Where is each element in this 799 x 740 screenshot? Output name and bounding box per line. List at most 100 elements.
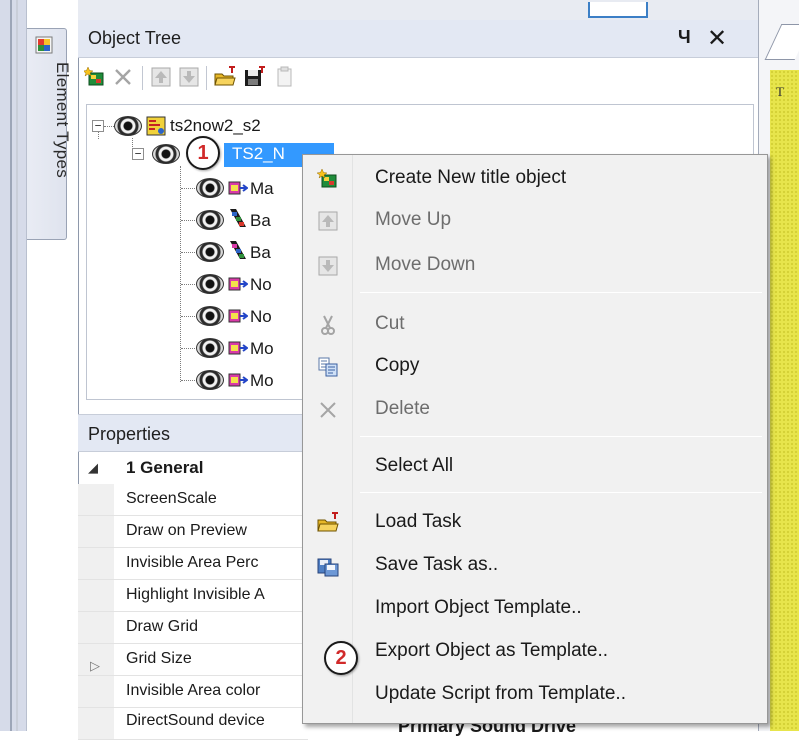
- background-element-icon: [230, 241, 246, 259]
- menu-item-update-script-from-template[interactable]: Update Script from Template..: [303, 674, 767, 716]
- menu-item-save-task-as[interactable]: Save Task as..: [303, 545, 767, 587]
- menu-item-create-new-title-object[interactable]: Create New title object: [303, 158, 767, 200]
- collapse-icon[interactable]: −: [132, 148, 144, 160]
- menu-item-copy[interactable]: Copy: [303, 346, 767, 388]
- visibility-eye-icon[interactable]: [196, 242, 224, 262]
- object-tree-title: Object Tree: [88, 28, 182, 48]
- visibility-eye-icon[interactable]: [196, 306, 224, 326]
- menu-item-label: Cut: [375, 313, 405, 334]
- menu-item-select-all[interactable]: Select All: [303, 446, 767, 488]
- property-label: Draw Grid: [126, 618, 199, 635]
- create-new-object-icon[interactable]: [84, 66, 106, 88]
- element-types-label: Element Types: [53, 62, 72, 179]
- tree-node-child[interactable]: Ba: [250, 211, 271, 231]
- property-label: Invisible Area color: [126, 682, 261, 699]
- move-down-icon[interactable]: [178, 66, 200, 88]
- tree-line: [181, 188, 195, 189]
- text-element-icon: [228, 181, 248, 195]
- visibility-eye-icon[interactable]: [196, 274, 224, 294]
- property-label: Grid Size: [126, 650, 192, 667]
- toolbar-separator: [206, 66, 207, 90]
- copy-clipboard-icon[interactable]: [274, 66, 296, 88]
- tree-node-child[interactable]: Ma: [250, 179, 274, 199]
- menu-item-label: Create New title object: [375, 167, 567, 188]
- visibility-eye-icon[interactable]: [114, 116, 142, 136]
- dock-divider: [16, 0, 18, 731]
- menu-separator: [360, 436, 762, 437]
- collapse-icon[interactable]: −: [92, 120, 104, 132]
- tree-node-root[interactable]: ts2now2_s2: [170, 116, 261, 136]
- expand-arrow-icon[interactable]: ◢: [88, 460, 98, 476]
- move-up-icon[interactable]: [150, 66, 172, 88]
- menu-separator: [360, 492, 762, 493]
- visibility-eye-icon[interactable]: [196, 370, 224, 390]
- menu-item-import-object-template[interactable]: Import Object Template..: [303, 588, 767, 630]
- move-down-icon: [318, 256, 338, 276]
- background-element-icon: [230, 209, 246, 227]
- menu-item-label: Delete: [375, 398, 430, 419]
- pin-icon[interactable]: Ч: [678, 27, 691, 48]
- property-category[interactable]: 1 General: [126, 458, 204, 478]
- tree-line: [98, 131, 99, 139]
- tree-line: [181, 252, 195, 253]
- menu-item-move-up[interactable]: Move Up: [303, 200, 767, 242]
- tree-node-selected-label: TS2_N: [232, 144, 285, 163]
- tree-node-child[interactable]: No: [250, 275, 272, 295]
- copy-icon: [318, 357, 338, 377]
- tree-node-child[interactable]: Mo: [250, 371, 274, 391]
- visibility-eye-icon[interactable]: [196, 210, 224, 230]
- tree-node-child[interactable]: No: [250, 307, 272, 327]
- toolbar-separator: [142, 66, 143, 90]
- document-canvas-text: T: [776, 84, 784, 99]
- tree-line: [180, 166, 181, 382]
- visibility-eye-icon[interactable]: [196, 338, 224, 358]
- tree-line: [181, 380, 195, 381]
- dock-divider: [10, 0, 12, 731]
- menu-item-label: Move Up: [375, 209, 452, 230]
- text-element-icon: [228, 341, 248, 355]
- tree-node-child[interactable]: Ba: [250, 243, 271, 263]
- visibility-eye-icon[interactable]: [152, 144, 180, 164]
- menu-item-load-task[interactable]: Load Task: [303, 502, 767, 544]
- tree-line: [181, 284, 195, 285]
- property-row[interactable]: [78, 644, 308, 676]
- title-object-icon: [146, 116, 166, 136]
- close-icon[interactable]: ✕: [707, 24, 727, 53]
- move-up-icon: [318, 211, 338, 231]
- menu-item-delete[interactable]: Delete: [303, 389, 767, 431]
- scissors-icon: [321, 315, 335, 335]
- menu-item-label: Copy: [375, 355, 420, 376]
- menu-item-label: Select All: [375, 455, 454, 476]
- text-element-icon: [228, 373, 248, 387]
- tree-line: [181, 316, 195, 317]
- text-element-icon: [228, 277, 248, 291]
- element-types-icon: [35, 36, 53, 54]
- left-dock-edge: [0, 0, 27, 731]
- create-new-object-icon: [317, 168, 337, 188]
- menu-item-cut[interactable]: Cut: [303, 304, 767, 346]
- tree-node-child[interactable]: Mo: [250, 339, 274, 359]
- load-task-icon[interactable]: [214, 66, 236, 88]
- property-label: DirectSound device: [126, 712, 265, 729]
- menu-item-label: Load Task: [375, 511, 462, 532]
- menu-item-move-down[interactable]: Move Down: [303, 245, 767, 287]
- menu-separator: [360, 292, 762, 293]
- property-label: ScreenScale: [126, 490, 217, 507]
- menu-item-label: Update Script from Template..: [375, 683, 626, 704]
- visibility-eye-icon[interactable]: [196, 178, 224, 198]
- save-task-icon[interactable]: [244, 66, 266, 88]
- menu-item-label: Import Object Template..: [375, 597, 582, 618]
- callout-badge-2: 2: [324, 641, 358, 675]
- delete-icon[interactable]: [112, 66, 134, 88]
- expand-arrow-icon[interactable]: ▷: [90, 658, 100, 674]
- window-control-box: [588, 2, 648, 18]
- save-task-icon: [317, 558, 339, 577]
- panel-top-edge: [78, 0, 758, 20]
- document-canvas[interactable]: [770, 70, 799, 731]
- menu-item-export-object-as-template[interactable]: Export Object as Template..: [303, 631, 767, 673]
- properties-title: Properties: [88, 424, 171, 444]
- tree-line: [132, 138, 133, 147]
- menu-item-label: Move Down: [375, 254, 476, 275]
- property-label: Invisible Area Perc: [126, 554, 259, 571]
- menu-item-label: Save Task as..: [375, 554, 499, 575]
